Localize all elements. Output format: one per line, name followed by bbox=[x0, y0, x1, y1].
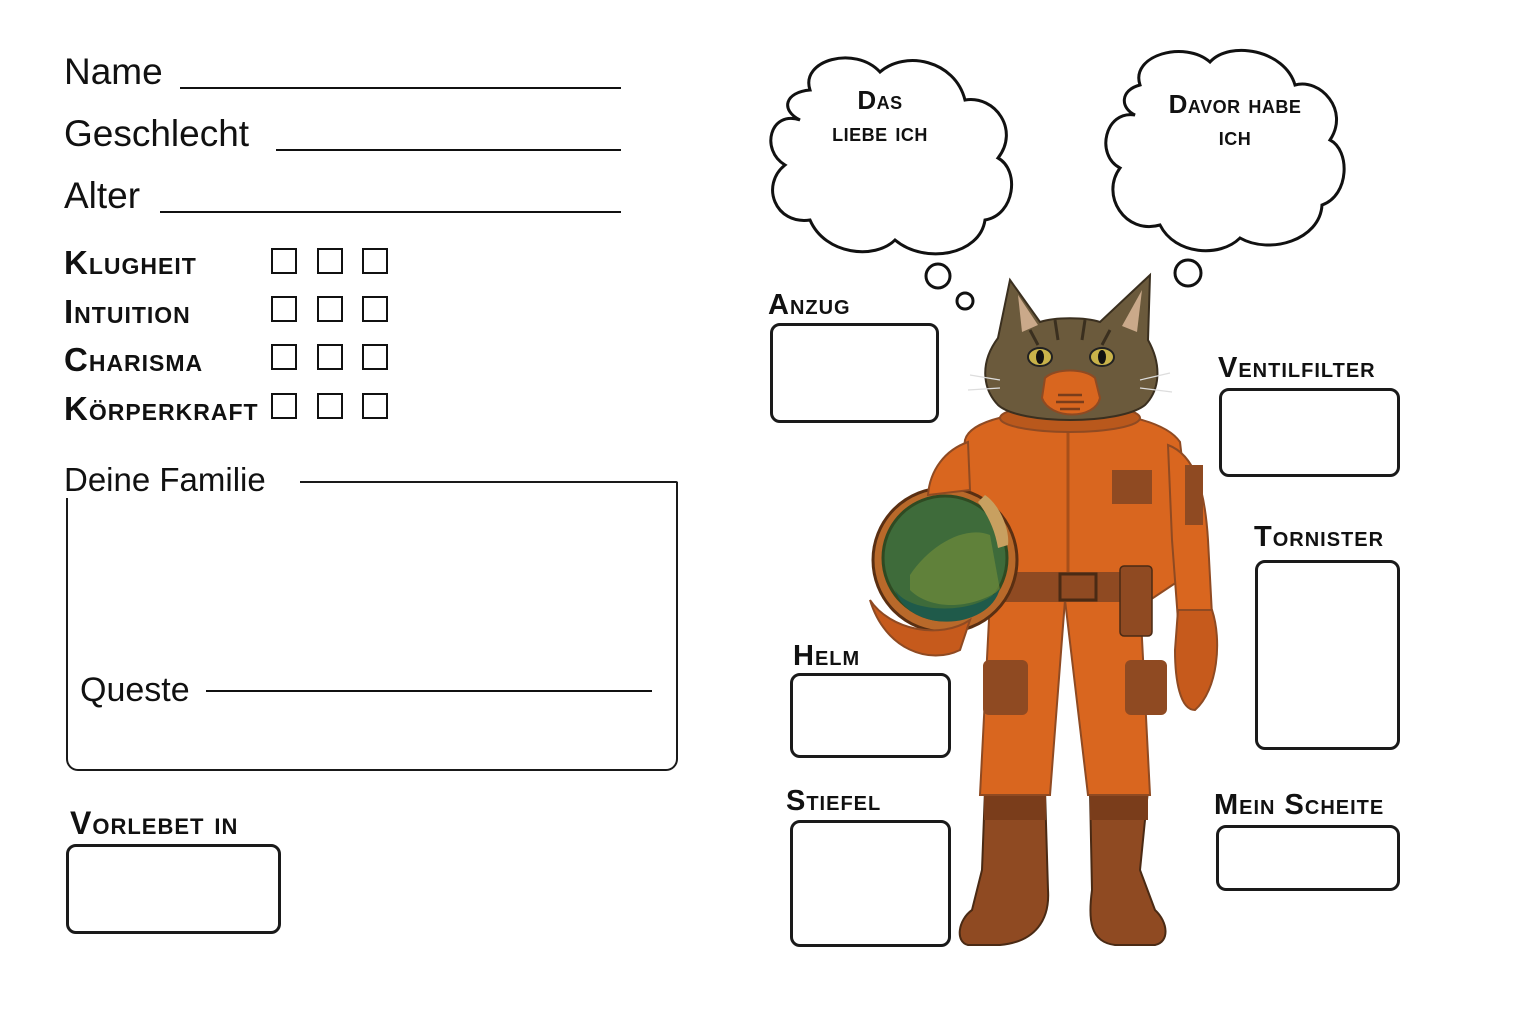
love-bubble-line1: Das bbox=[857, 85, 903, 115]
suit-label: Anzug bbox=[768, 289, 851, 321]
vent-filter-label: Ventilfilter bbox=[1218, 352, 1376, 384]
fear-thought-bubble bbox=[1104, 48, 1346, 288]
log-slot-box[interactable] bbox=[1216, 825, 1400, 891]
suit-slot-box[interactable] bbox=[770, 323, 939, 423]
backpack-slot-box[interactable] bbox=[1255, 560, 1400, 750]
love-bubble-line2: liebe ich bbox=[832, 117, 928, 147]
log-label: Mein Scheite bbox=[1214, 789, 1385, 821]
helmet-label: Helm bbox=[793, 640, 861, 672]
helmet-slot-box[interactable] bbox=[790, 673, 951, 758]
vent-filter-slot-box[interactable] bbox=[1219, 388, 1400, 477]
fear-bubble-line1: Davor habe bbox=[1168, 89, 1302, 119]
boots-label: Stiefel bbox=[786, 785, 882, 817]
backpack-label: Tornister bbox=[1254, 521, 1385, 553]
fear-bubble-line2: ich bbox=[1218, 121, 1252, 151]
boots-slot-box[interactable] bbox=[790, 820, 951, 947]
